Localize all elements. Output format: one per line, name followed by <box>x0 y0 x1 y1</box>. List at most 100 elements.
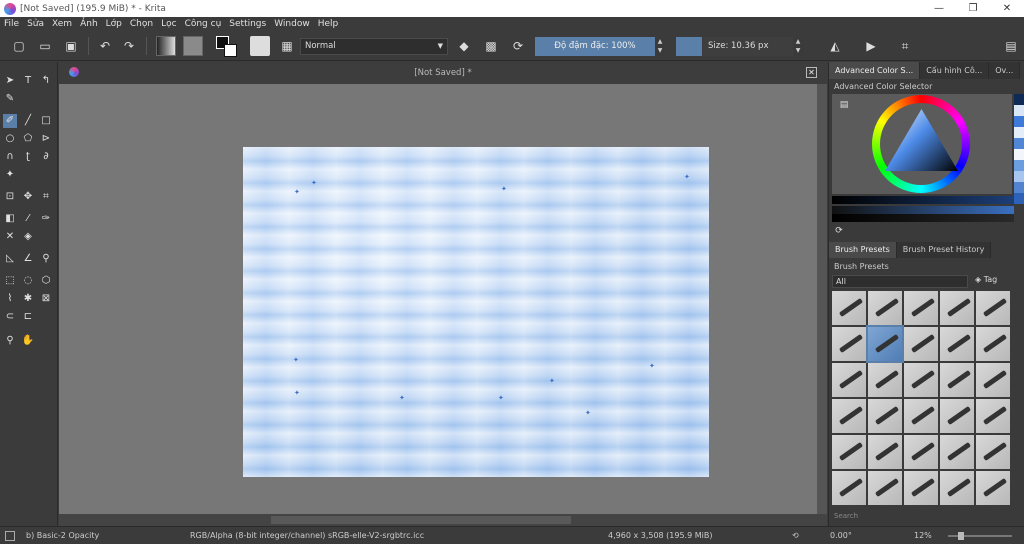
open-folder-icon[interactable]: ▭ <box>36 37 54 55</box>
menu-image[interactable]: Ảnh <box>80 19 98 29</box>
color-swatch[interactable] <box>1014 182 1024 193</box>
menu-settings[interactable]: Settings <box>229 19 266 29</box>
bezier-select-tool-icon[interactable]: ⊂ <box>3 310 17 324</box>
gradient-tool-icon[interactable]: ◧ <box>3 212 17 226</box>
ellipse-tool-icon[interactable]: ○ <box>3 132 17 146</box>
freehand-select-tool-icon[interactable]: ⌇ <box>3 292 17 306</box>
tab-advanced-color-selector[interactable]: Advanced Color S... <box>829 62 921 79</box>
brush-preset[interactable] <box>868 291 902 325</box>
mirror-vertical-icon[interactable]: ▶ <box>862 37 880 55</box>
colorize-mask-tool-icon[interactable]: ✑ <box>39 212 53 226</box>
zoom-slider[interactable] <box>948 532 1012 540</box>
brush-preset[interactable] <box>976 363 1010 397</box>
document-tab[interactable]: [Not Saved] * ✕ <box>59 62 827 84</box>
color-swatch[interactable] <box>676 37 702 56</box>
menu-window[interactable]: Window <box>274 19 310 29</box>
brush-preset[interactable] <box>976 327 1010 361</box>
brush-preset[interactable] <box>940 327 974 361</box>
menu-view[interactable]: Xem <box>52 19 72 29</box>
line-tool-icon[interactable]: ╱ <box>21 114 35 128</box>
brush-preset[interactable] <box>976 435 1010 469</box>
new-document-icon[interactable]: ▢ <box>10 37 28 55</box>
brush-preset[interactable] <box>904 399 938 433</box>
color-slider[interactable] <box>832 214 1014 222</box>
tab-overview[interactable]: Ov... <box>989 62 1021 79</box>
crop-tool-icon[interactable]: ⌗ <box>39 190 53 204</box>
crop-icon[interactable]: ⌗ <box>896 37 914 55</box>
color-swatch[interactable] <box>1014 149 1024 160</box>
horizontal-scrollbar[interactable] <box>59 514 827 526</box>
brush-preset[interactable] <box>904 363 938 397</box>
settings-icon[interactable]: ▤ <box>837 98 851 112</box>
text-tool-icon[interactable]: T <box>21 74 35 88</box>
brush-preset[interactable] <box>868 399 902 433</box>
smart-patch-tool-icon[interactable]: ✕ <box>3 230 17 244</box>
tag-button[interactable]: ◈ Tag <box>975 275 997 284</box>
menu-layer[interactable]: Lớp <box>106 19 122 29</box>
blend-mode-dropdown[interactable]: Normal ▼ <box>300 38 448 55</box>
color-swatch[interactable] <box>1014 193 1024 204</box>
close-button[interactable]: ✕ <box>990 0 1024 17</box>
polygon-tool-icon[interactable]: ⬠ <box>21 132 35 146</box>
preset-search-input[interactable]: Search <box>832 512 1014 524</box>
tab-brush-preset-history[interactable]: Brush Preset History <box>896 242 992 258</box>
size-spinner[interactable]: ▲ ▼ <box>793 37 803 56</box>
opacity-spinner[interactable]: ▲ ▼ <box>655 37 665 56</box>
panel-toggle-icon[interactable]: ▤ <box>1002 37 1020 55</box>
transform-tool-icon[interactable]: ⊡ <box>3 190 17 204</box>
freehand-brush-tool-icon[interactable]: ✐ <box>3 114 17 128</box>
color-swatch[interactable] <box>1014 171 1024 182</box>
color-slider[interactable] <box>832 196 1014 204</box>
grid-icon[interactable]: ▦ <box>278 37 296 55</box>
color-slider[interactable] <box>832 206 1014 214</box>
tab-tool-options[interactable]: Cấu hình Cô... <box>920 62 990 79</box>
menu-help[interactable]: Help <box>318 19 339 29</box>
color-swatch[interactable] <box>1014 127 1024 138</box>
rotate-icon[interactable]: ⟲ <box>792 531 799 540</box>
brush-preset[interactable] <box>976 471 1010 505</box>
zoom-tool-icon[interactable]: ⚲ <box>3 334 17 348</box>
color-swatch[interactable] <box>1014 138 1024 149</box>
tab-brush-presets[interactable]: Brush Presets <box>829 242 897 258</box>
zoom-slider-knob[interactable] <box>958 532 964 540</box>
menu-file[interactable]: File <box>4 19 19 29</box>
save-icon[interactable]: ▣ <box>62 37 80 55</box>
polyline-tool-icon[interactable]: ⊳ <box>39 132 53 146</box>
menu-select[interactable]: Chọn <box>130 19 153 29</box>
brush-preset[interactable] <box>868 471 902 505</box>
calligraphy-tool-icon[interactable]: ✎ <box>3 92 17 106</box>
opacity-slider[interactable]: Độ đậm đặc: 100% <box>535 37 655 56</box>
brush-tip-selector[interactable] <box>250 36 270 56</box>
assistant-tool-icon[interactable]: ◺ <box>3 252 17 266</box>
ellipse-select-tool-icon[interactable]: ◌ <box>21 274 35 288</box>
color-swatch[interactable] <box>1014 105 1024 116</box>
contiguous-select-tool-icon[interactable]: ✱ <box>21 292 35 306</box>
menu-tools[interactable]: Công cụ <box>185 19 222 29</box>
color-picker-tool-icon[interactable]: ⁄ <box>21 212 35 226</box>
refresh-icon[interactable]: ⟳ <box>832 224 846 238</box>
brush-preset[interactable] <box>868 363 902 397</box>
brush-preset[interactable] <box>904 435 938 469</box>
color-swatch[interactable] <box>1014 94 1024 105</box>
scrollbar-thumb[interactable] <box>271 516 571 524</box>
multibrush-tool-icon[interactable]: ✦ <box>3 168 17 182</box>
brush-preset[interactable] <box>940 399 974 433</box>
brush-preset[interactable] <box>832 363 866 397</box>
brush-preset[interactable] <box>976 291 1010 325</box>
close-document-icon[interactable]: ✕ <box>806 67 817 78</box>
eraser-icon[interactable]: ◆ <box>455 37 473 55</box>
bezier-tool-icon[interactable]: ∩ <box>3 150 17 164</box>
brush-preset[interactable] <box>832 327 866 361</box>
brush-preset[interactable] <box>832 291 866 325</box>
size-slider[interactable]: Size: 10.36 px <box>703 37 793 56</box>
similar-select-tool-icon[interactable]: ⊠ <box>39 292 53 306</box>
rectangle-tool-icon[interactable]: □ <box>39 114 53 128</box>
brush-preset[interactable] <box>868 435 902 469</box>
brush-preset[interactable] <box>940 435 974 469</box>
brush-preset[interactable] <box>940 291 974 325</box>
brush-preset[interactable] <box>904 327 938 361</box>
mirror-horizontal-icon[interactable]: ◭ <box>826 37 844 55</box>
brush-preset[interactable] <box>832 435 866 469</box>
brush-preset[interactable] <box>904 471 938 505</box>
brush-preset[interactable] <box>976 399 1010 433</box>
